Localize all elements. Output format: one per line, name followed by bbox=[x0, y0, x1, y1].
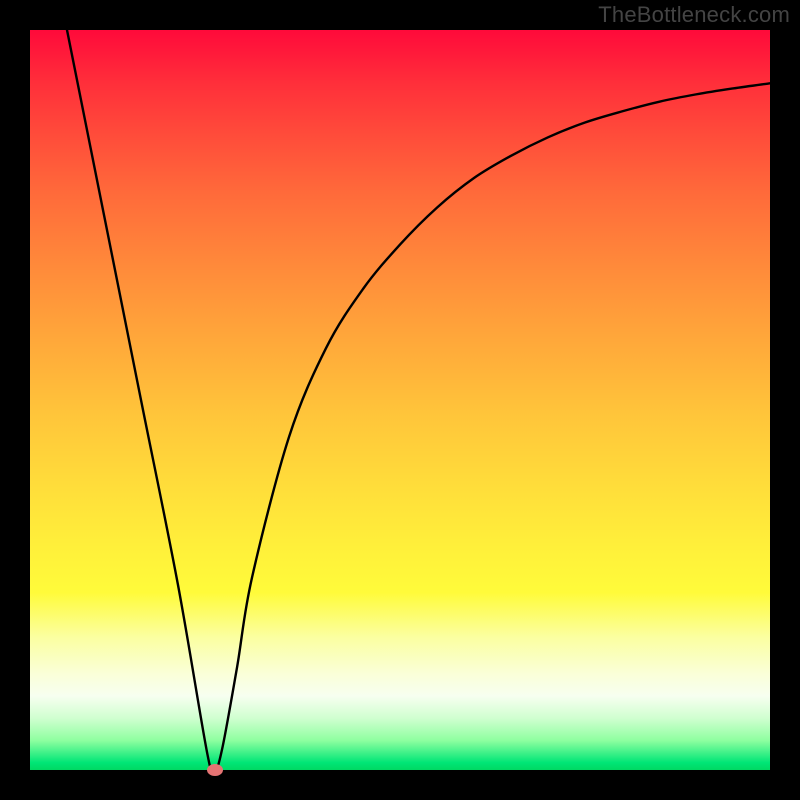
chart-frame: TheBottleneck.com bbox=[0, 0, 800, 800]
bottleneck-curve bbox=[67, 30, 770, 775]
plot-area bbox=[30, 30, 770, 770]
optimal-point-marker bbox=[207, 764, 223, 776]
watermark-text: TheBottleneck.com bbox=[598, 2, 790, 28]
curve-svg bbox=[30, 30, 770, 770]
